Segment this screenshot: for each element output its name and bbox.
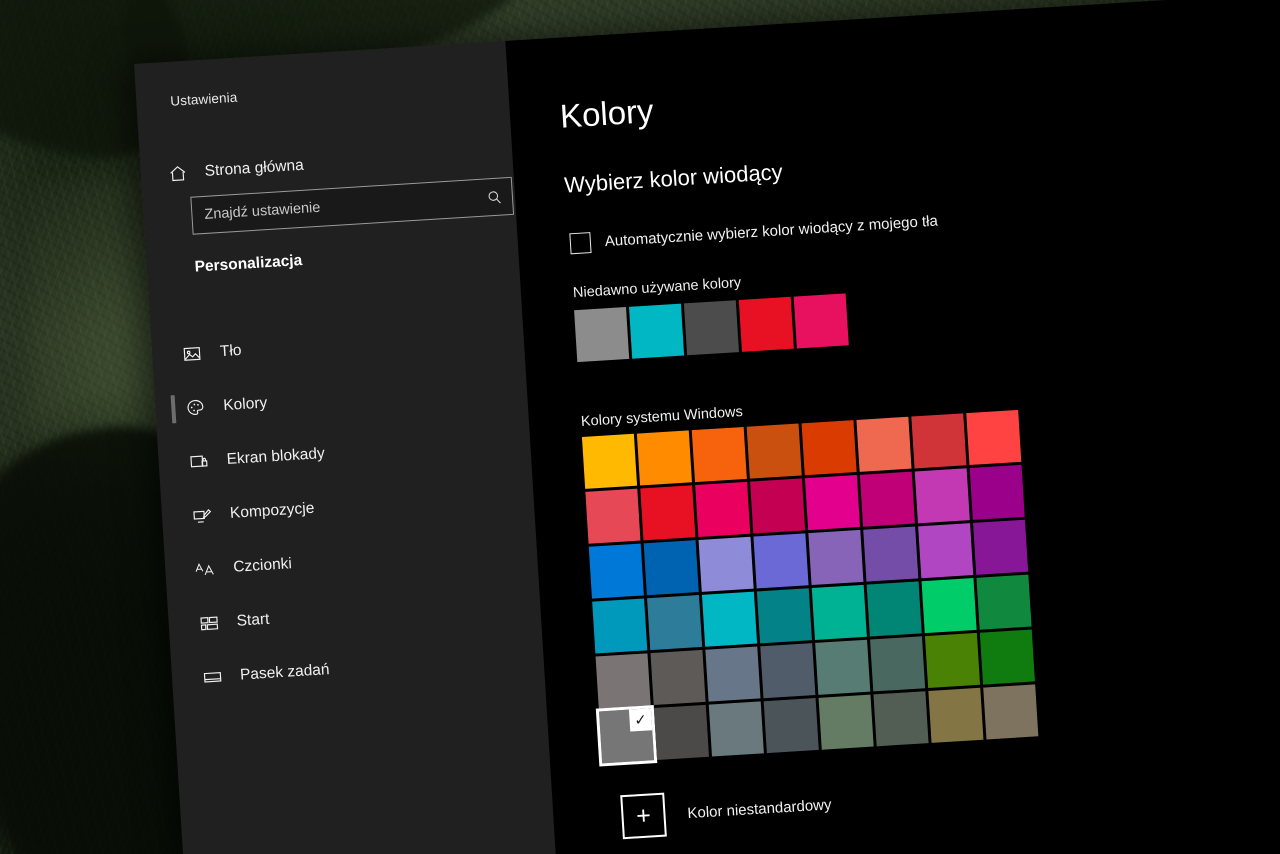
sidebar-item-taskbar[interactable]: Pasek zadań (191, 637, 533, 700)
windows-color-swatch[interactable] (695, 481, 751, 537)
windows-color-swatch[interactable] (911, 413, 967, 469)
sidebar-section-label: Personalizacja (194, 251, 303, 276)
windows-colors-label: Kolory systemu Windows (580, 403, 744, 430)
page-title: Kolory (558, 91, 655, 135)
custom-color-label: Kolor niestandardowy (686, 795, 832, 822)
section-heading: Wybierz kolor wiodący (563, 159, 784, 198)
windows-color-swatch[interactable] (973, 519, 1029, 575)
windows-color-swatch[interactable] (636, 430, 692, 486)
sidebar-item-background-label: Tło (219, 341, 243, 361)
sidebar-item-start-label: Start (236, 610, 270, 630)
palette-icon (175, 397, 216, 419)
windows-color-swatch[interactable] (804, 475, 861, 531)
recent-colors-swatch-list (574, 293, 849, 363)
settings-sidebar: Ustawienia Strona główna Znajdź ustawien… (134, 40, 560, 854)
auto-accent-checkbox[interactable] (569, 232, 592, 255)
windows-color-swatch[interactable] (818, 694, 874, 750)
windows-color-swatch[interactable] (588, 543, 644, 599)
windows-color-swatch[interactable] (870, 636, 926, 692)
windows-color-swatch[interactable] (808, 529, 864, 586)
sidebar-item-themes[interactable]: Kompozycje (181, 475, 523, 538)
recent-color-swatch[interactable] (738, 296, 794, 352)
window-title: Ustawienia (169, 89, 238, 109)
theme-brush-icon (182, 504, 223, 526)
home-icon (160, 162, 195, 184)
windows-color-swatch[interactable] (647, 595, 703, 651)
recent-color-swatch[interactable] (628, 303, 685, 359)
windows-color-swatch[interactable] (801, 420, 857, 476)
windows-color-swatch[interactable] (815, 639, 871, 695)
sidebar-item-home-label: Strona główna (204, 156, 305, 180)
windows-color-swatch[interactable] (866, 581, 922, 637)
recent-color-swatch[interactable] (793, 293, 849, 349)
sidebar-item-colors[interactable]: Kolory (174, 367, 516, 430)
search-input[interactable] (192, 190, 477, 224)
windows-color-swatch[interactable] (592, 598, 648, 654)
windows-color-swatch[interactable] (640, 485, 696, 541)
windows-color-swatch[interactable] (760, 643, 816, 699)
windows-color-swatch[interactable] (873, 691, 929, 747)
windows-color-swatch[interactable] (863, 526, 919, 582)
windows-color-swatch[interactable] (705, 646, 761, 702)
sidebar-item-background[interactable]: Tło (171, 313, 513, 376)
sidebar-item-lock-screen-label: Ekran blokady (226, 444, 326, 469)
windows-color-swatch-selected[interactable]: ✓ (595, 705, 658, 767)
auto-accent-checkbox-row[interactable]: Automatycznie wybierz kolor wiodący z mo… (569, 211, 938, 255)
lock-screen-icon (178, 451, 219, 473)
search-icon[interactable] (475, 186, 512, 207)
windows-color-swatch[interactable] (928, 687, 984, 743)
windows-color-swatch[interactable] (750, 478, 806, 534)
windows-color-swatch[interactable] (643, 540, 699, 596)
screen: Ustawienia Strona główna Znajdź ustawien… (0, 0, 1280, 854)
windows-color-swatch[interactable] (746, 423, 802, 479)
windows-color-swatch[interactable] (691, 426, 747, 483)
windows-color-swatch[interactable] (983, 684, 1039, 740)
windows-color-swatch[interactable] (856, 416, 912, 472)
windows-color-swatch[interactable] (969, 464, 1025, 520)
windows-color-swatch[interactable] (698, 536, 754, 592)
windows-color-swatch[interactable] (756, 588, 812, 644)
windows-color-swatch[interactable] (976, 574, 1032, 630)
windows-color-swatch[interactable] (650, 649, 706, 706)
plus-icon[interactable]: + (620, 792, 667, 840)
windows-color-swatch[interactable] (581, 433, 638, 489)
windows-color-swatch[interactable] (585, 488, 641, 544)
windows-color-swatch[interactable] (701, 591, 758, 647)
windows-color-swatch[interactable] (708, 701, 764, 757)
windows-color-swatch[interactable] (924, 632, 981, 689)
sidebar-item-lock-screen[interactable]: Ekran blokady (177, 421, 519, 484)
sidebar-item-start[interactable]: Start (188, 583, 530, 646)
windows-color-swatch[interactable] (966, 409, 1022, 466)
recent-colors-label: Niedawno używane kolory (572, 274, 742, 302)
taskbar-icon (192, 666, 233, 688)
start-tiles-icon (188, 612, 229, 634)
sidebar-item-themes-label: Kompozycje (229, 499, 315, 522)
windows-color-swatch[interactable] (763, 698, 819, 754)
settings-window: Ustawienia Strona główna Znajdź ustawien… (134, 0, 1280, 854)
picture-icon (171, 343, 212, 365)
sidebar-item-fonts-label: Czcionki (232, 555, 293, 576)
custom-color-row[interactable]: + Kolor niestandardowy (620, 782, 833, 840)
windows-color-swatch[interactable] (753, 533, 809, 589)
windows-color-swatch[interactable] (921, 578, 977, 634)
auto-accent-label: Automatycznie wybierz kolor wiodący z mo… (604, 212, 939, 251)
check-icon: ✓ (628, 708, 653, 732)
windows-color-swatch[interactable] (653, 704, 709, 760)
windows-color-swatch[interactable] (914, 468, 970, 524)
windows-color-swatch[interactable] (595, 653, 651, 709)
windows-color-swatch[interactable] (811, 584, 867, 640)
windows-color-swatch[interactable] (859, 471, 915, 527)
sidebar-item-taskbar-label: Pasek zadań (239, 661, 331, 684)
recent-color-swatch[interactable] (683, 300, 739, 356)
windows-color-swatch[interactable] (979, 629, 1035, 685)
windows-colors-grid: ✓ (581, 409, 1039, 767)
sidebar-item-colors-label: Kolory (222, 394, 268, 415)
windows-color-swatch[interactable] (918, 523, 974, 579)
fonts-aa-icon (185, 558, 226, 580)
sidebar-item-fonts[interactable]: Czcionki (184, 529, 526, 592)
recent-color-swatch[interactable] (574, 307, 630, 363)
settings-content-pane: Kolory Wybierz kolor wiodący Automatyczn… (505, 0, 1280, 854)
